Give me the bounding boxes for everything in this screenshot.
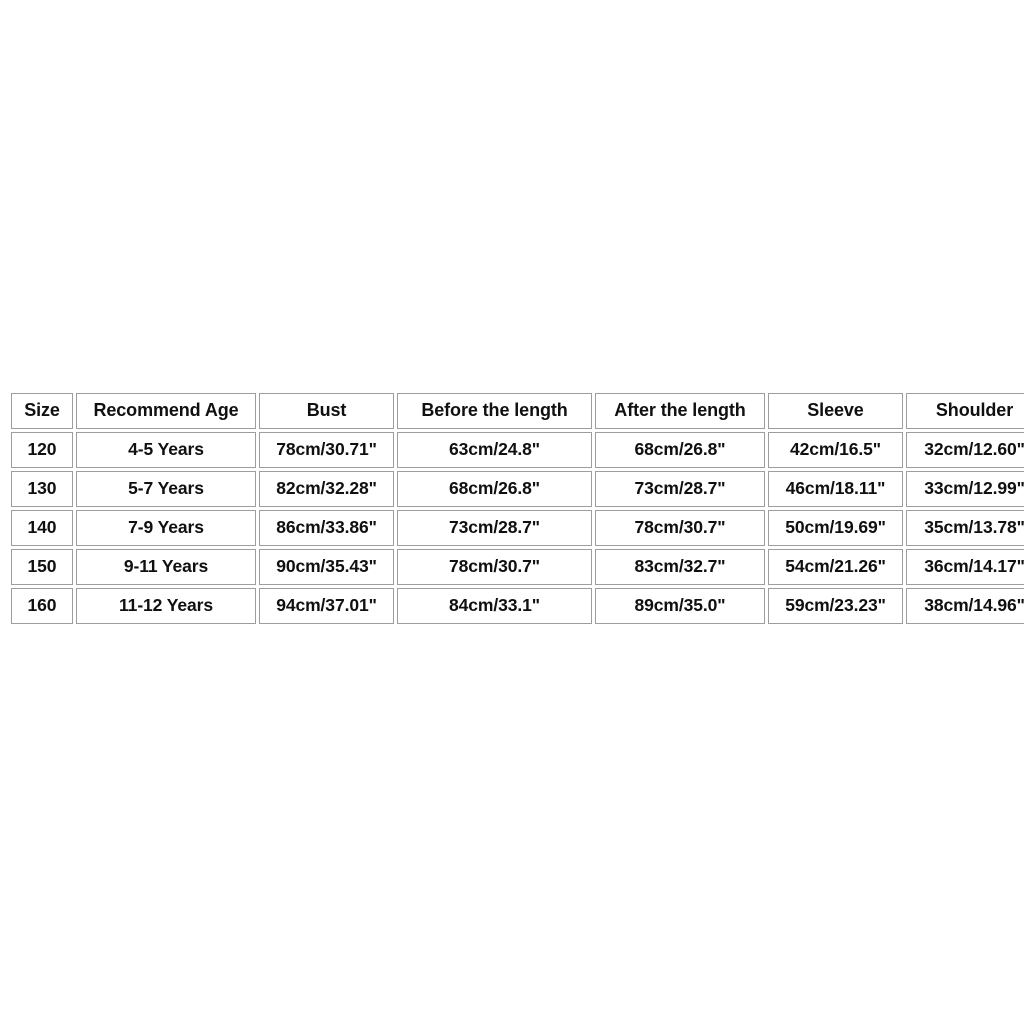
cell-size: 150 (11, 549, 73, 585)
column-header-shoulder: Shoulder (906, 393, 1024, 429)
cell-shoulder: 36cm/14.17" (906, 549, 1024, 585)
table-row: 130 5-7 Years 82cm/32.28" 68cm/26.8" 73c… (11, 471, 1024, 507)
cell-size: 120 (11, 432, 73, 468)
cell-age: 9-11 Years (76, 549, 256, 585)
cell-before: 84cm/33.1" (397, 588, 592, 624)
cell-bust: 86cm/33.86" (259, 510, 394, 546)
table-body: 120 4-5 Years 78cm/30.71" 63cm/24.8" 68c… (11, 432, 1024, 624)
size-chart-table: Size Recommend Age Bust Before the lengt… (8, 390, 1024, 627)
table-header: Size Recommend Age Bust Before the lengt… (11, 393, 1024, 429)
column-header-after-the-length: After the length (595, 393, 765, 429)
cell-before: 68cm/26.8" (397, 471, 592, 507)
size-chart-container: Size Recommend Age Bust Before the lengt… (8, 390, 1024, 627)
table-row: 150 9-11 Years 90cm/35.43" 78cm/30.7" 83… (11, 549, 1024, 585)
cell-before: 73cm/28.7" (397, 510, 592, 546)
cell-after: 73cm/28.7" (595, 471, 765, 507)
cell-after: 68cm/26.8" (595, 432, 765, 468)
cell-after: 78cm/30.7" (595, 510, 765, 546)
cell-sleeve: 42cm/16.5" (768, 432, 903, 468)
cell-size: 140 (11, 510, 73, 546)
column-header-size: Size (11, 393, 73, 429)
cell-after: 89cm/35.0" (595, 588, 765, 624)
cell-before: 63cm/24.8" (397, 432, 592, 468)
column-header-sleeve: Sleeve (768, 393, 903, 429)
cell-after: 83cm/32.7" (595, 549, 765, 585)
cell-age: 5-7 Years (76, 471, 256, 507)
table-header-row: Size Recommend Age Bust Before the lengt… (11, 393, 1024, 429)
cell-sleeve: 54cm/21.26" (768, 549, 903, 585)
cell-shoulder: 35cm/13.78" (906, 510, 1024, 546)
column-header-bust: Bust (259, 393, 394, 429)
cell-bust: 90cm/35.43" (259, 549, 394, 585)
cell-bust: 94cm/37.01" (259, 588, 394, 624)
cell-bust: 82cm/32.28" (259, 471, 394, 507)
cell-age: 7-9 Years (76, 510, 256, 546)
table-row: 140 7-9 Years 86cm/33.86" 73cm/28.7" 78c… (11, 510, 1024, 546)
cell-age: 4-5 Years (76, 432, 256, 468)
cell-shoulder: 33cm/12.99" (906, 471, 1024, 507)
cell-age: 11-12 Years (76, 588, 256, 624)
cell-before: 78cm/30.7" (397, 549, 592, 585)
column-header-before-the-length: Before the length (397, 393, 592, 429)
cell-size: 130 (11, 471, 73, 507)
table-row: 160 11-12 Years 94cm/37.01" 84cm/33.1" 8… (11, 588, 1024, 624)
cell-shoulder: 38cm/14.96" (906, 588, 1024, 624)
table-row: 120 4-5 Years 78cm/30.71" 63cm/24.8" 68c… (11, 432, 1024, 468)
cell-size: 160 (11, 588, 73, 624)
cell-sleeve: 46cm/18.11" (768, 471, 903, 507)
cell-bust: 78cm/30.71" (259, 432, 394, 468)
cell-sleeve: 59cm/23.23" (768, 588, 903, 624)
column-header-recommend-age: Recommend Age (76, 393, 256, 429)
cell-sleeve: 50cm/19.69" (768, 510, 903, 546)
cell-shoulder: 32cm/12.60" (906, 432, 1024, 468)
